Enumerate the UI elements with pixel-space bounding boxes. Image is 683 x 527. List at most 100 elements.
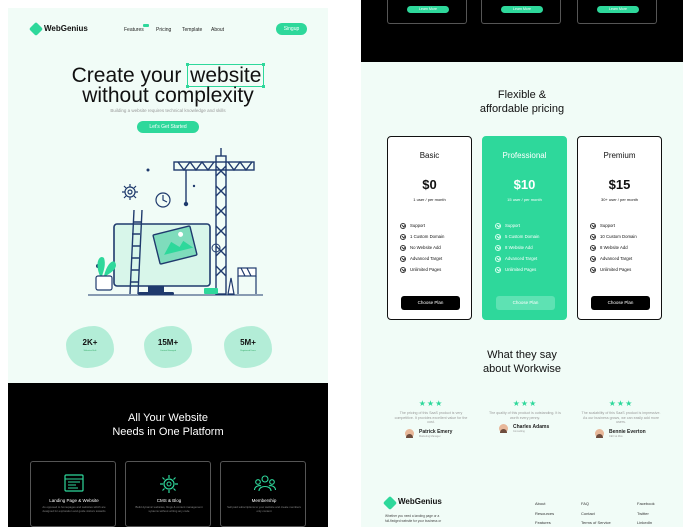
check-icon [495, 233, 501, 240]
check-icon [590, 233, 596, 240]
choose-plan-button[interactable]: Choose Plan [591, 296, 650, 310]
plan-features: Support 1 Custom Domain No Website Add A… [400, 220, 444, 275]
plan-features: Support 10 Custom Domain 8 Website Add A… [590, 220, 637, 275]
testimonial-author: Patrick Emery Marketing Manager [391, 428, 471, 441]
footer-link-resources[interactable]: Resources [535, 511, 554, 516]
pricing-title: Flexible & affordable pricing [361, 88, 683, 116]
plan-name: Basic [419, 151, 440, 160]
pricing-title-line1: Flexible & [497, 89, 547, 101]
plan-feature: 1 Custom Domain [400, 231, 444, 242]
plan-feature: Support [590, 220, 637, 231]
avatar [595, 428, 604, 438]
check-icon [590, 255, 596, 262]
stat-users: 5M+ Registered Users [224, 326, 272, 368]
testimonial-quote: The scalability of this SaaS product is … [581, 411, 661, 425]
learn-more-button[interactable]: Learn More [407, 6, 449, 13]
footer-brand-name[interactable]: WebGenius [398, 497, 442, 506]
landing-page-preview: WebGenius Features Pricing Template Abou… [8, 8, 328, 527]
footer-link-faq[interactable]: FAQ [581, 501, 589, 506]
rating-stars: ★★★ [512, 399, 538, 408]
testimonial-quote: The quality of this product is outstandi… [489, 411, 561, 420]
plan-feature: Advanced Target [590, 253, 637, 264]
plan-card-basic: Basic $0 1 user / per month Support 1 Cu… [387, 136, 472, 320]
platform-section-continued: Learn More Learn More Learn More [361, 0, 683, 62]
footer-link-linkedin[interactable]: LinkedIn [637, 520, 652, 525]
choose-plan-button[interactable]: Choose Plan [401, 296, 460, 310]
testimonials-title: What they say about Workwise [361, 348, 683, 376]
nav-link-pricing[interactable]: Pricing [156, 27, 171, 33]
check-icon [590, 244, 596, 251]
footer-desc-line2: full-fledged website for your business o… [385, 519, 442, 523]
layout-icon [64, 474, 84, 492]
plan-feature: Support [400, 220, 444, 231]
author-role: CEO at Mos [609, 434, 623, 438]
signup-button[interactable]: Singup [276, 23, 307, 35]
testimonials-title-line2: about Workwise [482, 363, 562, 375]
check-icon [590, 222, 596, 229]
platform-title-line1: All Your Website [128, 412, 208, 424]
plan-feature: Unlimited Pages [400, 264, 444, 275]
plan-card-professional: Professional $10 15 user / per month Sup… [482, 136, 567, 320]
rating-stars: ★★★ [608, 399, 634, 408]
footer-link-facebook[interactable]: Facebook [637, 501, 655, 506]
footer-link-twitter[interactable]: Twitter [637, 511, 649, 516]
learn-more-button[interactable]: Learn More [597, 6, 639, 13]
plan-feature: 5 Custom Domain [495, 231, 539, 242]
plan-feature: Advanced Target [495, 253, 539, 264]
rating-stars: ★★★ [418, 399, 444, 408]
plan-feature: 8 Website Add [495, 242, 539, 253]
nav-link-features[interactable]: Features [124, 24, 149, 33]
check-icon [495, 244, 501, 251]
check-icon [590, 266, 596, 273]
choose-plan-button[interactable]: Choose Plan [496, 296, 555, 310]
plan-features: Support 5 Custom Domain 8 Website Add Ad… [495, 220, 539, 275]
plan-price: $15 [608, 177, 631, 192]
check-icon [495, 255, 501, 262]
footer-link-terms[interactable]: Terms of Service [581, 520, 611, 525]
plan-period: 30+ user / per month [600, 197, 639, 202]
pricing-title-line2: affordable pricing [479, 103, 565, 115]
plan-feature: Unlimited Pages [495, 264, 539, 275]
learn-more-button[interactable]: Learn More [501, 6, 543, 13]
logo-icon [28, 21, 44, 37]
feature-desc: Build dynamic websites, blogs & content … [135, 505, 203, 513]
plan-name: Professional [502, 151, 547, 160]
check-icon [400, 255, 406, 262]
gear-icon [160, 475, 178, 493]
check-icon [400, 233, 406, 240]
top-nav: WebGenius Features Pricing Template Abou… [8, 8, 328, 52]
plan-card-premium: Premium $15 30+ user / per month Support… [577, 136, 662, 320]
author-role: Marketing Manager [419, 434, 441, 438]
plan-feature: No Website Add [400, 242, 444, 253]
footer-link-features[interactable]: Features [535, 520, 551, 525]
avatar [499, 424, 508, 434]
check-icon [495, 222, 501, 229]
get-started-button[interactable]: Let's Get Started [137, 121, 199, 133]
feature-title: CMS & Blog [156, 498, 182, 503]
feature-card-membership-bottom: Learn More [577, 0, 657, 24]
plan-period: 1 user / per month [413, 197, 446, 202]
check-icon [400, 266, 406, 273]
testimonial-card: ★★★ The scalability of this SaaS product… [581, 400, 661, 441]
nav-link-about[interactable]: About [211, 27, 224, 33]
brand-name[interactable]: WebGenius [44, 24, 88, 33]
plan-name: Premium [603, 151, 636, 160]
stat-value: 5M+ [240, 338, 256, 347]
author-role: Consulting [513, 430, 525, 434]
pricing-page-preview: Learn More Learn More Learn More Flexibl… [361, 0, 683, 527]
hero-subtitle: Building a website requires technical kn… [110, 108, 226, 113]
footer-link-about[interactable]: About [535, 501, 545, 506]
nav-link-template[interactable]: Template [182, 27, 202, 33]
hero-title-line2: without complexity [82, 84, 254, 107]
stat-label: Content Managed [160, 350, 176, 352]
stat-value: 2K+ [82, 338, 98, 347]
footer-link-contact[interactable]: Contact [581, 511, 595, 516]
feature-title: Landing Page & Website [49, 498, 99, 503]
plan-price: $0 [422, 177, 437, 192]
footer-description: Whether you need a landing page or a ful… [385, 514, 473, 524]
plan-feature: 10 Custom Domain [590, 231, 637, 242]
platform-title-line2: Needs in One Platform [112, 426, 224, 438]
feature-card-cms: CMS & Blog Build dynamic websites, blogs… [125, 461, 211, 527]
testimonial-card: ★★★ The quality of this product is outst… [485, 400, 565, 436]
feature-card-membership: Membership Sell paid subscriptions to yo… [220, 461, 306, 527]
